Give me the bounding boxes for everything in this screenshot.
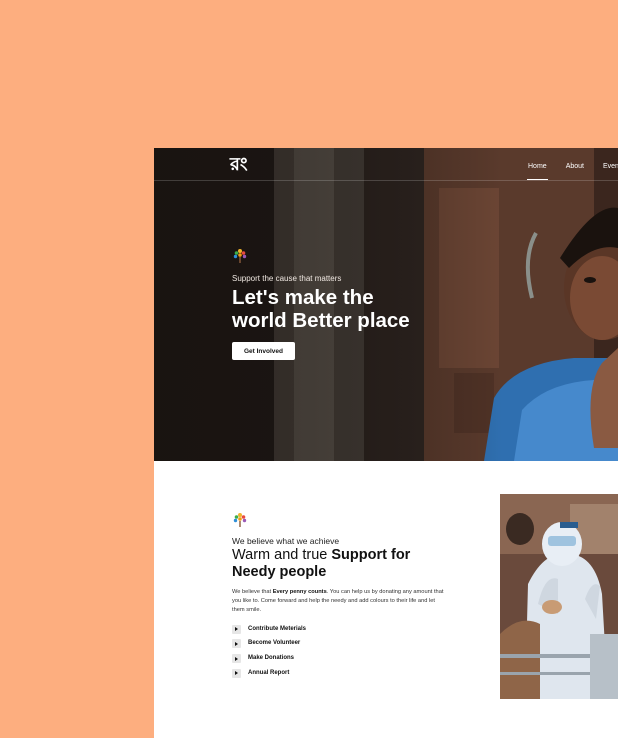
play-arrow-icon xyxy=(232,668,241,678)
link-become-volunteer[interactable]: Become Volunteer xyxy=(232,639,306,649)
tree-icon xyxy=(233,513,247,527)
nav-events[interactable]: Even xyxy=(603,162,618,171)
link-make-donations[interactable]: Make Donations xyxy=(232,654,306,664)
link-label: Annual Report xyxy=(248,669,290,676)
link-annual-report[interactable]: Annual Report xyxy=(232,668,306,678)
link-contribute-materials[interactable]: Contribute Meterials xyxy=(232,624,306,634)
link-label: Contribute Meterials xyxy=(248,625,307,632)
hero-title: Let's make the world Better place xyxy=(232,286,482,332)
link-label: Become Volunteer xyxy=(248,640,301,647)
nav-home[interactable]: Home xyxy=(527,162,548,180)
nav-divider xyxy=(154,180,618,181)
get-involved-button[interactable]: Get Involved xyxy=(232,342,295,360)
play-arrow-icon xyxy=(232,654,241,664)
body-highlight: Every penny counts xyxy=(272,589,327,595)
body-prefix: We believe that xyxy=(232,589,273,595)
website-preview-frame: রং Home About Even Support the cause tha… xyxy=(154,148,618,738)
section-title-bold-1: Support for xyxy=(331,547,411,563)
link-label: Make Donations xyxy=(248,655,295,662)
section-title-bold-2: Needy people xyxy=(232,564,327,580)
tree-icon xyxy=(233,249,247,263)
play-arrow-icon xyxy=(232,624,241,634)
volunteer-photo xyxy=(500,494,618,699)
hero-title-line-1: Let's make the xyxy=(232,286,374,309)
section-kicker: We believe what we achieve xyxy=(232,536,340,546)
section-title-normal: Warm and true xyxy=(232,547,332,563)
hero-kicker: Support the cause that matters xyxy=(232,274,342,283)
action-links: Contribute Meterials Become Volunteer Ma… xyxy=(232,624,306,683)
hero-title-line-2: world Better place xyxy=(232,309,410,332)
top-nav: Home About Even xyxy=(527,162,618,180)
play-arrow-icon xyxy=(232,639,241,649)
section-body: We believe that Every penny counts. You … xyxy=(232,588,447,615)
hero-section: রং Home About Even Support the cause tha… xyxy=(154,148,618,461)
nav-about[interactable]: About xyxy=(566,162,584,171)
section-title: Warm and true Support for Needy people xyxy=(232,547,452,581)
brand-logo[interactable]: রং xyxy=(230,154,248,176)
